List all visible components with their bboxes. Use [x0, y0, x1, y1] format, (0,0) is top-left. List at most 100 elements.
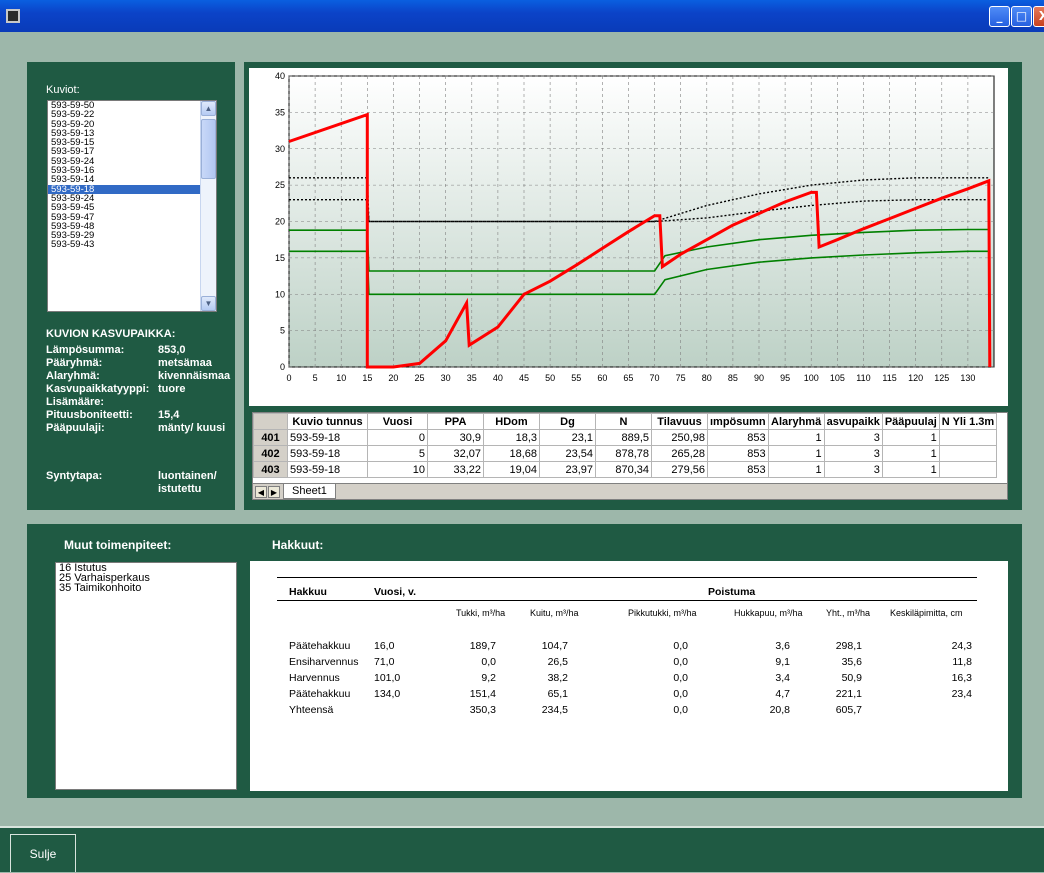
sheet-column-header[interactable]: Tilavuus	[651, 413, 708, 430]
sheet-column-header[interactable]: HDom	[483, 413, 540, 430]
sheet-tab[interactable]: Sheet1	[283, 484, 336, 499]
kuvio-item[interactable]: 593-59-43	[48, 240, 216, 250]
report-row-value: 4,7	[775, 688, 790, 700]
sheet-prev-icon[interactable]: ◀	[255, 486, 267, 498]
report-row-value: 234,5	[541, 704, 568, 716]
sheet-cell[interactable]: 19,04	[483, 461, 540, 478]
report-subheader: Pikkutukki, m³/ha	[628, 608, 697, 618]
sheet-corner[interactable]	[253, 413, 288, 430]
sheet-header-row: Kuvio tunnus Vuosi PPA HDom Dg N Tilavuus ımpös…	[253, 413, 998, 430]
sheet-cell[interactable]: 1	[881, 429, 940, 446]
sheet-cell[interactable]: 3	[823, 461, 883, 478]
sheet-cell[interactable]: 593-59-18	[287, 461, 368, 478]
y-tick-label: 0	[280, 362, 285, 372]
report-row-year: 101,0	[374, 672, 401, 684]
sheet-cell[interactable]	[938, 445, 998, 462]
sheet-cell[interactable]: 3	[823, 445, 883, 462]
report-row-name: Yhteensä	[289, 704, 334, 716]
sheet-cell[interactable]: 889,5	[595, 429, 652, 446]
sheet-cell[interactable]: 3	[823, 429, 883, 446]
y-tick-label: 20	[275, 217, 285, 227]
sheet-column-header[interactable]: Kuvio tunnus	[287, 413, 368, 430]
sheet-cell[interactable]: 1	[767, 429, 825, 446]
sheet-column-header[interactable]: N	[595, 413, 652, 430]
sheet-cell[interactable]: 23,54	[539, 445, 596, 462]
sheet-row-header[interactable]: 402	[253, 445, 288, 462]
maximize-button[interactable]: □	[1011, 6, 1032, 27]
report-row-value: 11,8	[952, 656, 972, 668]
x-tick-label: 110	[856, 373, 870, 383]
sheet-cell[interactable]	[938, 429, 998, 446]
x-tick-label: 20	[388, 373, 398, 383]
sheet-cell[interactable]: 878,78	[595, 445, 652, 462]
data-sheet[interactable]: Kuvio tunnus Vuosi PPA HDom Dg N Tilavuus ımpös…	[252, 412, 1008, 500]
sheet-cell[interactable]: 5	[367, 445, 428, 462]
title-bar: _ □ X	[0, 0, 1044, 32]
sheet-cell[interactable]: 853	[707, 461, 769, 478]
sheet-cell[interactable]: 23,1	[539, 429, 596, 446]
sheet-cell[interactable]: 32,07	[427, 445, 484, 462]
close-button[interactable]: Sulje	[10, 834, 76, 872]
scroll-up-icon[interactable]: ▲	[201, 101, 216, 116]
sheet-cell[interactable]: 853	[707, 429, 769, 446]
report-row-value: 298,1	[835, 640, 862, 652]
sheet-column-header[interactable]: Alaryhmä	[767, 413, 825, 430]
x-tick-label: 45	[519, 373, 529, 383]
sheet-cell[interactable]: 265,28	[651, 445, 708, 462]
sheet-cell[interactable]: 23,97	[539, 461, 596, 478]
sheet-cell[interactable]: 870,34	[595, 461, 652, 478]
sheet-row-header[interactable]: 403	[253, 461, 288, 478]
sheet-cell[interactable]: 1	[881, 461, 940, 478]
kuviot-listbox[interactable]: 593-59-50 593-59-22 593-59-20 593-59-13 593-…	[47, 100, 217, 312]
sheet-cell[interactable]: 18,68	[483, 445, 540, 462]
sheet-column-header[interactable]: Dg	[539, 413, 596, 430]
x-tick-label: 25	[415, 373, 425, 383]
sheet-cell[interactable]: 30,9	[427, 429, 484, 446]
x-tick-label: 80	[702, 373, 712, 383]
sheet-column-header[interactable]: Pääpuulaj	[881, 413, 940, 430]
kasvupaikka-value: metsämaa	[158, 357, 212, 369]
sheet-column-header[interactable]: N Yli 1.3m	[938, 413, 998, 430]
minimize-button[interactable]: _	[989, 6, 1010, 27]
sheet-column-header[interactable]: asvupaikk	[823, 413, 883, 430]
sheet-column-header[interactable]: PPA	[427, 413, 484, 430]
y-tick-label: 15	[275, 253, 285, 263]
sheet-cell[interactable]: 33,22	[427, 461, 484, 478]
sheet-cell[interactable]: 0	[367, 429, 428, 446]
scroll-down-icon[interactable]: ▼	[201, 296, 216, 311]
sheet-cell[interactable]: 593-59-18	[287, 429, 368, 446]
muut-listbox[interactable]: 16 Istutus 25 Varhaisperkaus 35 Taimikonho…	[55, 562, 237, 790]
sheet-cell[interactable]	[938, 461, 998, 478]
y-tick-label: 5	[280, 326, 285, 336]
sheet-table: Kuvio tunnus Vuosi PPA HDom Dg N Tilavuus ımpös…	[253, 413, 998, 478]
x-tick-label: 115	[882, 373, 896, 383]
report-row-value: 0,0	[673, 656, 688, 668]
y-tick-label: 35	[275, 107, 285, 117]
sheet-column-header[interactable]: ımpösumn	[707, 413, 769, 430]
sheet-cell[interactable]: 593-59-18	[287, 445, 368, 462]
sheet-cell[interactable]: 1	[881, 445, 940, 462]
sheet-cell[interactable]: 18,3	[483, 429, 540, 446]
scroll-thumb[interactable]	[201, 119, 216, 179]
sheet-cell[interactable]: 279,56	[651, 461, 708, 478]
x-tick-label: 95	[780, 373, 790, 383]
sheet-cell[interactable]: 1	[767, 461, 825, 478]
report-row-value: 9,2	[481, 672, 496, 684]
sheet-row-header[interactable]: 401	[253, 429, 288, 446]
sheet-cell[interactable]: 1	[767, 445, 825, 462]
muut-item[interactable]: 35 Taimikonhoito	[56, 583, 236, 594]
sheet-cell[interactable]: 250,98	[651, 429, 708, 446]
kuviot-scrollbar[interactable]: ▲ ▼	[200, 101, 216, 311]
x-tick-label: 65	[623, 373, 633, 383]
sheet-next-icon[interactable]: ▶	[268, 486, 280, 498]
sheet-cell[interactable]: 853	[707, 445, 769, 462]
sheet-column-header[interactable]: Vuosi	[367, 413, 428, 430]
report-row-value: 23,4	[951, 688, 972, 700]
report-row-name: Ensiharvennus	[289, 656, 359, 668]
growth-chart: 0 5 10 15 20 25 30 35 40 45 50 55 60 65 70 75 80 85 90 95 10…	[275, 71, 995, 383]
x-tick-label: 55	[571, 373, 581, 383]
close-window-button[interactable]: X	[1033, 6, 1044, 27]
report-row-value: 189,7	[469, 640, 496, 652]
x-tick-label: 100	[804, 373, 819, 383]
sheet-cell[interactable]: 10	[367, 461, 428, 478]
